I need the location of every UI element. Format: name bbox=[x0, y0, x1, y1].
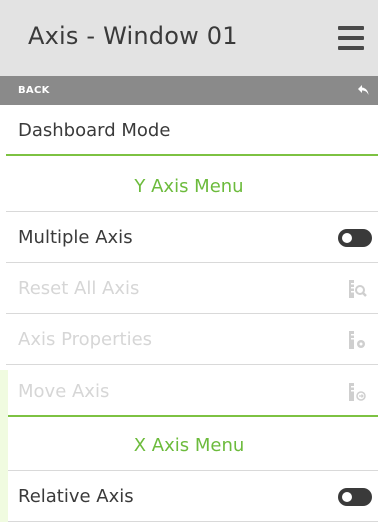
edge-highlight bbox=[0, 370, 8, 522]
menu-item-label: Axis Properties bbox=[18, 329, 153, 350]
ruler-gear-icon bbox=[349, 330, 365, 349]
section-divider bbox=[6, 415, 378, 417]
divider bbox=[6, 521, 378, 522]
hamburger-menu-icon[interactable] bbox=[338, 26, 364, 50]
section-title: X Axis Menu bbox=[133, 435, 245, 456]
ruler-search-icon bbox=[349, 279, 367, 298]
menu-item-label: Dashboard Mode bbox=[18, 120, 171, 141]
menu-item-axis-properties: Axis Properties bbox=[0, 314, 378, 365]
back-arrow-icon[interactable] bbox=[356, 82, 372, 98]
menu-item-relative-axis[interactable]: Relative Axis bbox=[0, 471, 378, 522]
back-label[interactable]: BACK bbox=[18, 85, 50, 96]
menu-item-label: Reset All Axis bbox=[18, 278, 140, 299]
menu-item-label: Multiple Axis bbox=[18, 227, 133, 248]
relative-axis-toggle[interactable] bbox=[338, 487, 372, 506]
menu-item-move-axis: Move Axis bbox=[0, 366, 378, 417]
section-header-x-axis: X Axis Menu bbox=[0, 420, 378, 471]
menu-item-dashboard-mode[interactable]: Dashboard Mode bbox=[0, 105, 378, 156]
section-divider bbox=[6, 154, 378, 156]
menu-item-reset-all-axis: Reset All Axis bbox=[0, 263, 378, 314]
ruler-move-icon bbox=[349, 382, 366, 401]
back-bar[interactable]: BACK bbox=[0, 76, 378, 105]
window-title: Axis - Window 01 bbox=[28, 22, 238, 50]
section-title: Y Axis Menu bbox=[134, 176, 244, 197]
divider bbox=[6, 364, 378, 365]
menu-item-label: Move Axis bbox=[18, 381, 110, 402]
section-header-y-axis: Y Axis Menu bbox=[0, 161, 378, 212]
menu-item-multiple-axis[interactable]: Multiple Axis bbox=[0, 212, 378, 263]
menu-item-label: Relative Axis bbox=[18, 486, 134, 507]
multiple-axis-toggle[interactable] bbox=[338, 228, 372, 247]
app-header: Axis - Window 01 bbox=[0, 0, 378, 76]
